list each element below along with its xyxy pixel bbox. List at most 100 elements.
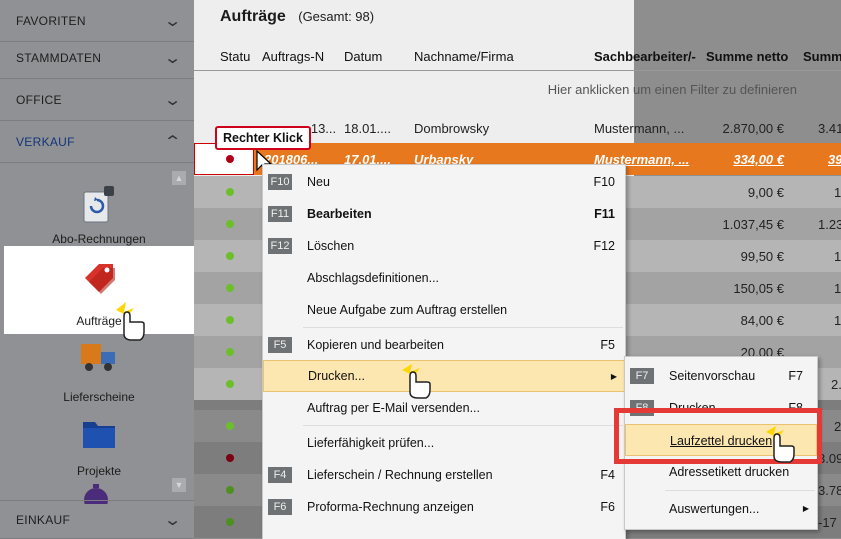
hand-cursor-icon [402,364,431,399]
menu-item-loeschen[interactable]: F12 Löschen F12 [263,230,625,262]
menu-item-label: Proforma-Rechnung anzeigen [307,500,474,514]
section-label: STAMMDATEN [16,50,102,65]
chevron-up-icon: ⌃ [163,133,183,151]
menu-item-label: Löschen [307,239,355,253]
sidebar-section-office[interactable]: OFFICE ⌄ [0,79,194,121]
cell-gross-sum: 1 [834,185,841,200]
status-dot-green [226,348,234,356]
sidebar-section-verkauf[interactable]: VERKAUF ⌃ [0,121,194,163]
delivery-truck-icon [81,344,115,371]
hand-cursor-icon [116,302,145,341]
submenu-arrow-icon: ▶ [610,371,617,381]
shortcut-badge: F5 [268,337,292,353]
sidebar-section-favoriten[interactable]: FAVORITEN ⌄ [0,0,194,42]
status-dot-green [226,188,234,196]
menu-item-email[interactable]: Auftrag per E-Mail versenden... [263,392,625,424]
menu-item-label: Seitenvorschau [669,369,756,383]
menu-item-neue-aufgabe[interactable]: Neue Aufgabe zum Auftrag erstellen [263,294,625,326]
menu-item-label: Abschlagsdefinitionen... [307,271,440,285]
status-dot-green [226,422,234,430]
submenu-arrow-icon: ▶ [802,504,809,513]
menu-separator [303,425,623,426]
sidebar-item-label: Abo-Rechnungen [52,232,146,246]
menu-item-label: Bearbeiten [307,207,372,221]
menu-item-label: Neu [307,175,330,189]
status-dot-red [226,454,234,462]
menu-item-shortcut: F7 [788,369,803,383]
sidebar-item-abo-rechnungen[interactable]: Abo-Rechnungen [4,164,194,252]
menu-item-label: Auftrag per E-Mail versenden... [307,401,480,415]
menu-separator [665,490,815,491]
shortcut-badge: F4 [268,467,292,483]
sidebar-section-einkauf[interactable]: EINKAUF ⌄ [0,500,194,539]
status-dot-green [226,518,234,526]
shortcut-badge: F7 [630,368,654,384]
column-header-order-number[interactable]: Auftrags-N [262,42,332,70]
cell-gross-sum: 2 [834,419,841,434]
menu-item-label: Lieferschein / Rechnung erstellen [307,468,493,482]
context-menu: F10 Neu F10 F11 Bearbeiten F11 F12 Lösch… [262,164,626,539]
menu-item-label: Lieferfähigkeit prüfen... [307,436,435,450]
column-header-agent[interactable]: Sachbearbeiter/- [594,42,698,70]
section-label: EINKAUF [16,512,71,527]
section-label: OFFICE [16,92,62,107]
cell-name: Dombrowsky [414,121,490,136]
menu-item-label: Kopieren und bearbeiten [307,338,444,352]
submenu-item-auswertungen[interactable]: Auswertungen... ▶ [625,493,817,525]
menu-item-lieferfaehigkeit[interactable]: Lieferfähigkeit prüfen... [263,427,625,459]
column-header-status[interactable]: Statu [220,42,250,70]
menu-item-kopieren[interactable]: F5 Kopieren und bearbeiten F5 [263,329,625,361]
menu-item-abschlagsdefinitionen[interactable]: Abschlagsdefinitionen... [263,262,625,294]
chevron-down-icon: ⌄ [163,12,183,30]
menu-item-shortcut: F10 [593,175,615,189]
sidebar-item-projekte[interactable]: Projekte [4,396,194,484]
cell-agent: Mustermann, ... [594,121,685,136]
menu-item-neu[interactable]: F10 Neu F10 [263,166,625,198]
status-dot-green [226,486,234,494]
right-click-callout: Rechter Klick [215,126,311,150]
shortcut-badge: F11 [268,206,292,222]
sidebar-item-auftraege[interactable]: Aufträge [4,246,194,334]
page-title: Aufträge (Gesamt: 98) [220,8,374,26]
cell-net-sum: 84,00 € [740,313,784,328]
section-label: FAVORITEN [16,13,86,28]
menu-item-shortcut: F11 [594,207,615,221]
column-header-name[interactable]: Nachname/Firma [414,42,574,70]
menu-item-shortcut: F5 [600,338,615,352]
page-title-text: Aufträge [220,8,286,25]
menu-item-drucken[interactable]: Drucken... ▶ [263,360,625,392]
column-header-gross-sum[interactable]: Summ [803,42,841,70]
menu-item-bearbeiten[interactable]: F11 Bearbeiten F11 [263,198,625,230]
cell-gross-sum: 39 [828,152,841,167]
sidebar-nav: FAVORITEN ⌄ STAMMDATEN ⌄ OFFICE ⌄ VERKAU… [0,0,194,539]
header-divider [194,70,841,71]
shortcut-badge: F6 [268,499,292,515]
cell-net-sum: 9,00 € [747,185,784,200]
cell-gross-sum: 1 [834,281,841,296]
cell-gross-sum: 1 [834,313,841,328]
cell-gross-sum: 2.59 [831,377,841,392]
shortcut-badge: F12 [268,238,292,254]
section-label: VERKAUF [16,134,75,149]
menu-item-lieferschein[interactable]: F4 Lieferschein / Rechnung erstellen F4 [263,459,625,491]
status-dot-green [226,252,234,260]
folder-icon [83,422,115,448]
sidebar-item-label: Projekte [76,464,122,478]
menu-item-proforma[interactable]: F6 Proforma-Rechnung anzeigen F6 [263,491,625,523]
chevron-down-icon: ⌄ [163,511,183,529]
cell-net-sum: 1.037,45 € [722,217,784,232]
status-dot-green [226,380,234,388]
menu-item-label: Drucken... [308,369,365,383]
subscription-invoice-icon [83,186,114,223]
sidebar-section-stammdaten[interactable]: STAMMDATEN ⌄ [0,37,194,79]
column-header-net-sum[interactable]: Summe netto [706,42,796,70]
cell-gross-sum: 3.78 [818,483,841,498]
cell-net-sum: 2.870,00 € [722,121,784,136]
record-count: (Gesamt: 98) [298,9,375,24]
status-dot-red [226,155,234,163]
column-header-date[interactable]: Datum [344,42,404,70]
chevron-down-icon: ⌄ [163,49,183,67]
submenu-item-seitenvorschau[interactable]: F7 Seitenvorschau F7 [625,360,817,392]
hand-cursor-icon [766,426,795,463]
cell-date: 18.01.... [344,121,391,136]
